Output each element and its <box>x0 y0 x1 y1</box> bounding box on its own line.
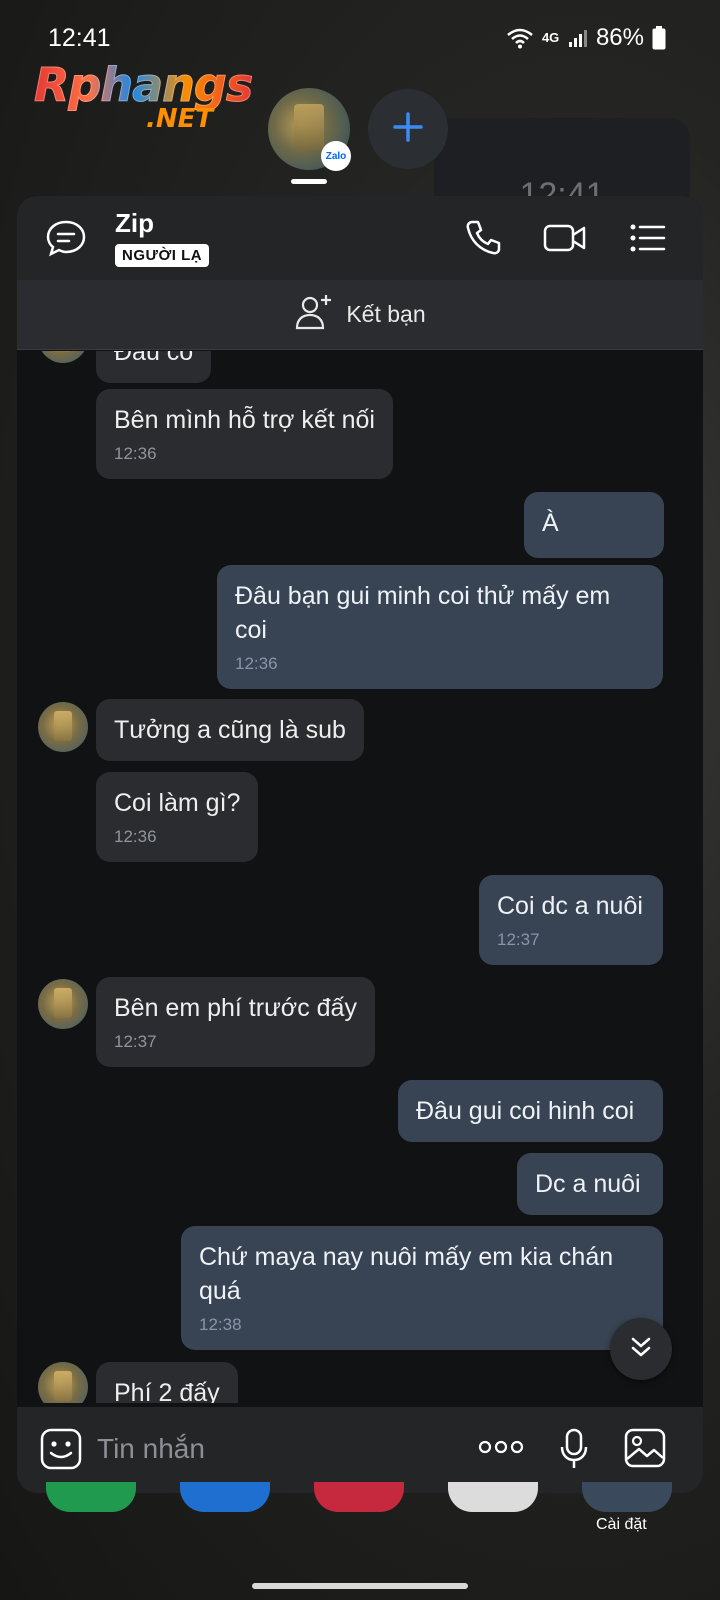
message-text: Bên em phí trước đấy <box>114 994 357 1022</box>
message-bubble[interactable]: Đâu gui coi hinh coi <box>398 1080 663 1142</box>
dock-app-icon[interactable] <box>314 1482 404 1512</box>
more-options-icon[interactable] <box>477 1437 525 1462</box>
message-bubble[interactable]: Bên em phí trước đấy 12:37 <box>96 977 375 1067</box>
watermark-domain: .NET <box>146 104 214 134</box>
contact-avatar[interactable] <box>38 1362 88 1403</box>
home-indicator[interactable] <box>252 1583 468 1589</box>
add-friend-label: Kết bạn <box>346 301 426 327</box>
add-user-icon <box>294 293 334 336</box>
message-time: 12:36 <box>114 444 157 463</box>
message-bubble[interactable]: Phí 2 đấy <box>96 1362 238 1403</box>
stranger-badge: NGƯỜI LẠ <box>115 244 210 267</box>
message-text: Chứ maya nay nuôi mấy em kia chán quá <box>199 1243 614 1305</box>
double-chevron-down-icon <box>627 1333 655 1366</box>
message-text: Dc a nuôi <box>535 1170 641 1198</box>
message-time: 12:37 <box>114 1032 157 1051</box>
message-time: 12:38 <box>199 1315 242 1334</box>
phone-icon[interactable] <box>463 218 503 263</box>
sticker-icon[interactable] <box>39 1427 83 1476</box>
contact-name[interactable]: Zip <box>115 208 154 239</box>
chat-header: Zip NGƯỜI LẠ <box>17 196 703 280</box>
message-list[interactable]: Đâu có Bên mình hỗ trợ kết nối 12:36 À Đ… <box>17 351 703 1403</box>
network-icon: 4G <box>541 30 560 45</box>
status-time: 12:41 <box>48 24 111 52</box>
video-call-icon[interactable] <box>543 218 587 263</box>
message-text: Coi dc a nuôi <box>497 892 643 920</box>
microphone-icon[interactable] <box>559 1427 589 1476</box>
wifi-icon <box>506 27 534 49</box>
message-input-bar: Tin nhắn <box>17 1407 703 1493</box>
add-friend-button[interactable]: Kết bạn <box>17 280 703 350</box>
status-icons: 4G 86% <box>506 24 666 52</box>
zalo-badge: Zalo <box>321 141 351 171</box>
message-bubble[interactable]: Dc a nuôi <box>517 1153 663 1215</box>
message-time: 12:37 <box>497 930 540 949</box>
message-text: Đâu có <box>114 351 194 366</box>
settings-app-label: Cài đặt <box>596 1516 647 1533</box>
watermark-name: Rphangs <box>33 58 253 113</box>
message-bubble[interactable]: Tưởng a cũng là sub <box>96 699 364 761</box>
message-bubble[interactable]: Đâu bạn gui minh coi thử mấy em coi 12:3… <box>217 565 663 689</box>
message-time: 12:36 <box>235 654 278 673</box>
battery-icon <box>652 26 666 50</box>
message-bubble[interactable]: Chứ maya nay nuôi mấy em kia chán quá 12… <box>181 1226 663 1350</box>
message-text: À <box>542 509 559 537</box>
settings-app-icon[interactable] <box>582 1482 672 1512</box>
message-text: Bên mình hỗ trợ kết nối <box>114 406 375 434</box>
active-bubble-indicator <box>291 179 327 184</box>
contact-avatar[interactable] <box>38 702 88 752</box>
dock-app-icon[interactable] <box>180 1482 270 1512</box>
message-bubble[interactable]: À <box>524 492 664 558</box>
watermark-logo: Rphangs .NET <box>33 58 254 138</box>
chat-bubble-icon[interactable] <box>45 218 87 263</box>
scroll-to-bottom-button[interactable] <box>610 1318 672 1380</box>
message-text: Phí 2 đấy <box>114 1379 220 1403</box>
contact-avatar[interactable] <box>38 979 88 1029</box>
add-bubble-button[interactable] <box>368 89 448 169</box>
message-bubble[interactable]: Coi làm gì? 12:36 <box>96 772 259 862</box>
signal-icon <box>568 28 588 48</box>
dock-app-icon[interactable] <box>448 1482 538 1512</box>
message-text: Tưởng a cũng là sub <box>114 716 346 744</box>
message-input[interactable]: Tin nhắn <box>97 1433 205 1465</box>
message-text: Coi làm gì? <box>114 789 241 817</box>
message-bubble[interactable]: Bên mình hỗ trợ kết nối 12:36 <box>96 389 393 479</box>
dock-app-icon[interactable] <box>46 1482 136 1512</box>
message-bubble[interactable]: Coi dc a nuôi 12:37 <box>479 875 663 965</box>
message-bubble[interactable]: Đâu có <box>96 351 212 383</box>
message-text: Đâu bạn gui minh coi thử mấy em coi <box>235 582 611 644</box>
message-text: Đâu gui coi hinh coi <box>416 1097 635 1125</box>
menu-list-icon[interactable] <box>627 218 667 263</box>
image-gallery-icon[interactable] <box>623 1427 667 1474</box>
contact-avatar[interactable] <box>38 351 88 363</box>
message-time: 12:36 <box>114 827 157 846</box>
plus-icon <box>391 110 425 149</box>
chat-window: Zip NGƯỜI LẠ Kết bạn Đâu có Bên mình hỗ … <box>17 196 703 1493</box>
battery-percent: 86% <box>595 24 644 51</box>
